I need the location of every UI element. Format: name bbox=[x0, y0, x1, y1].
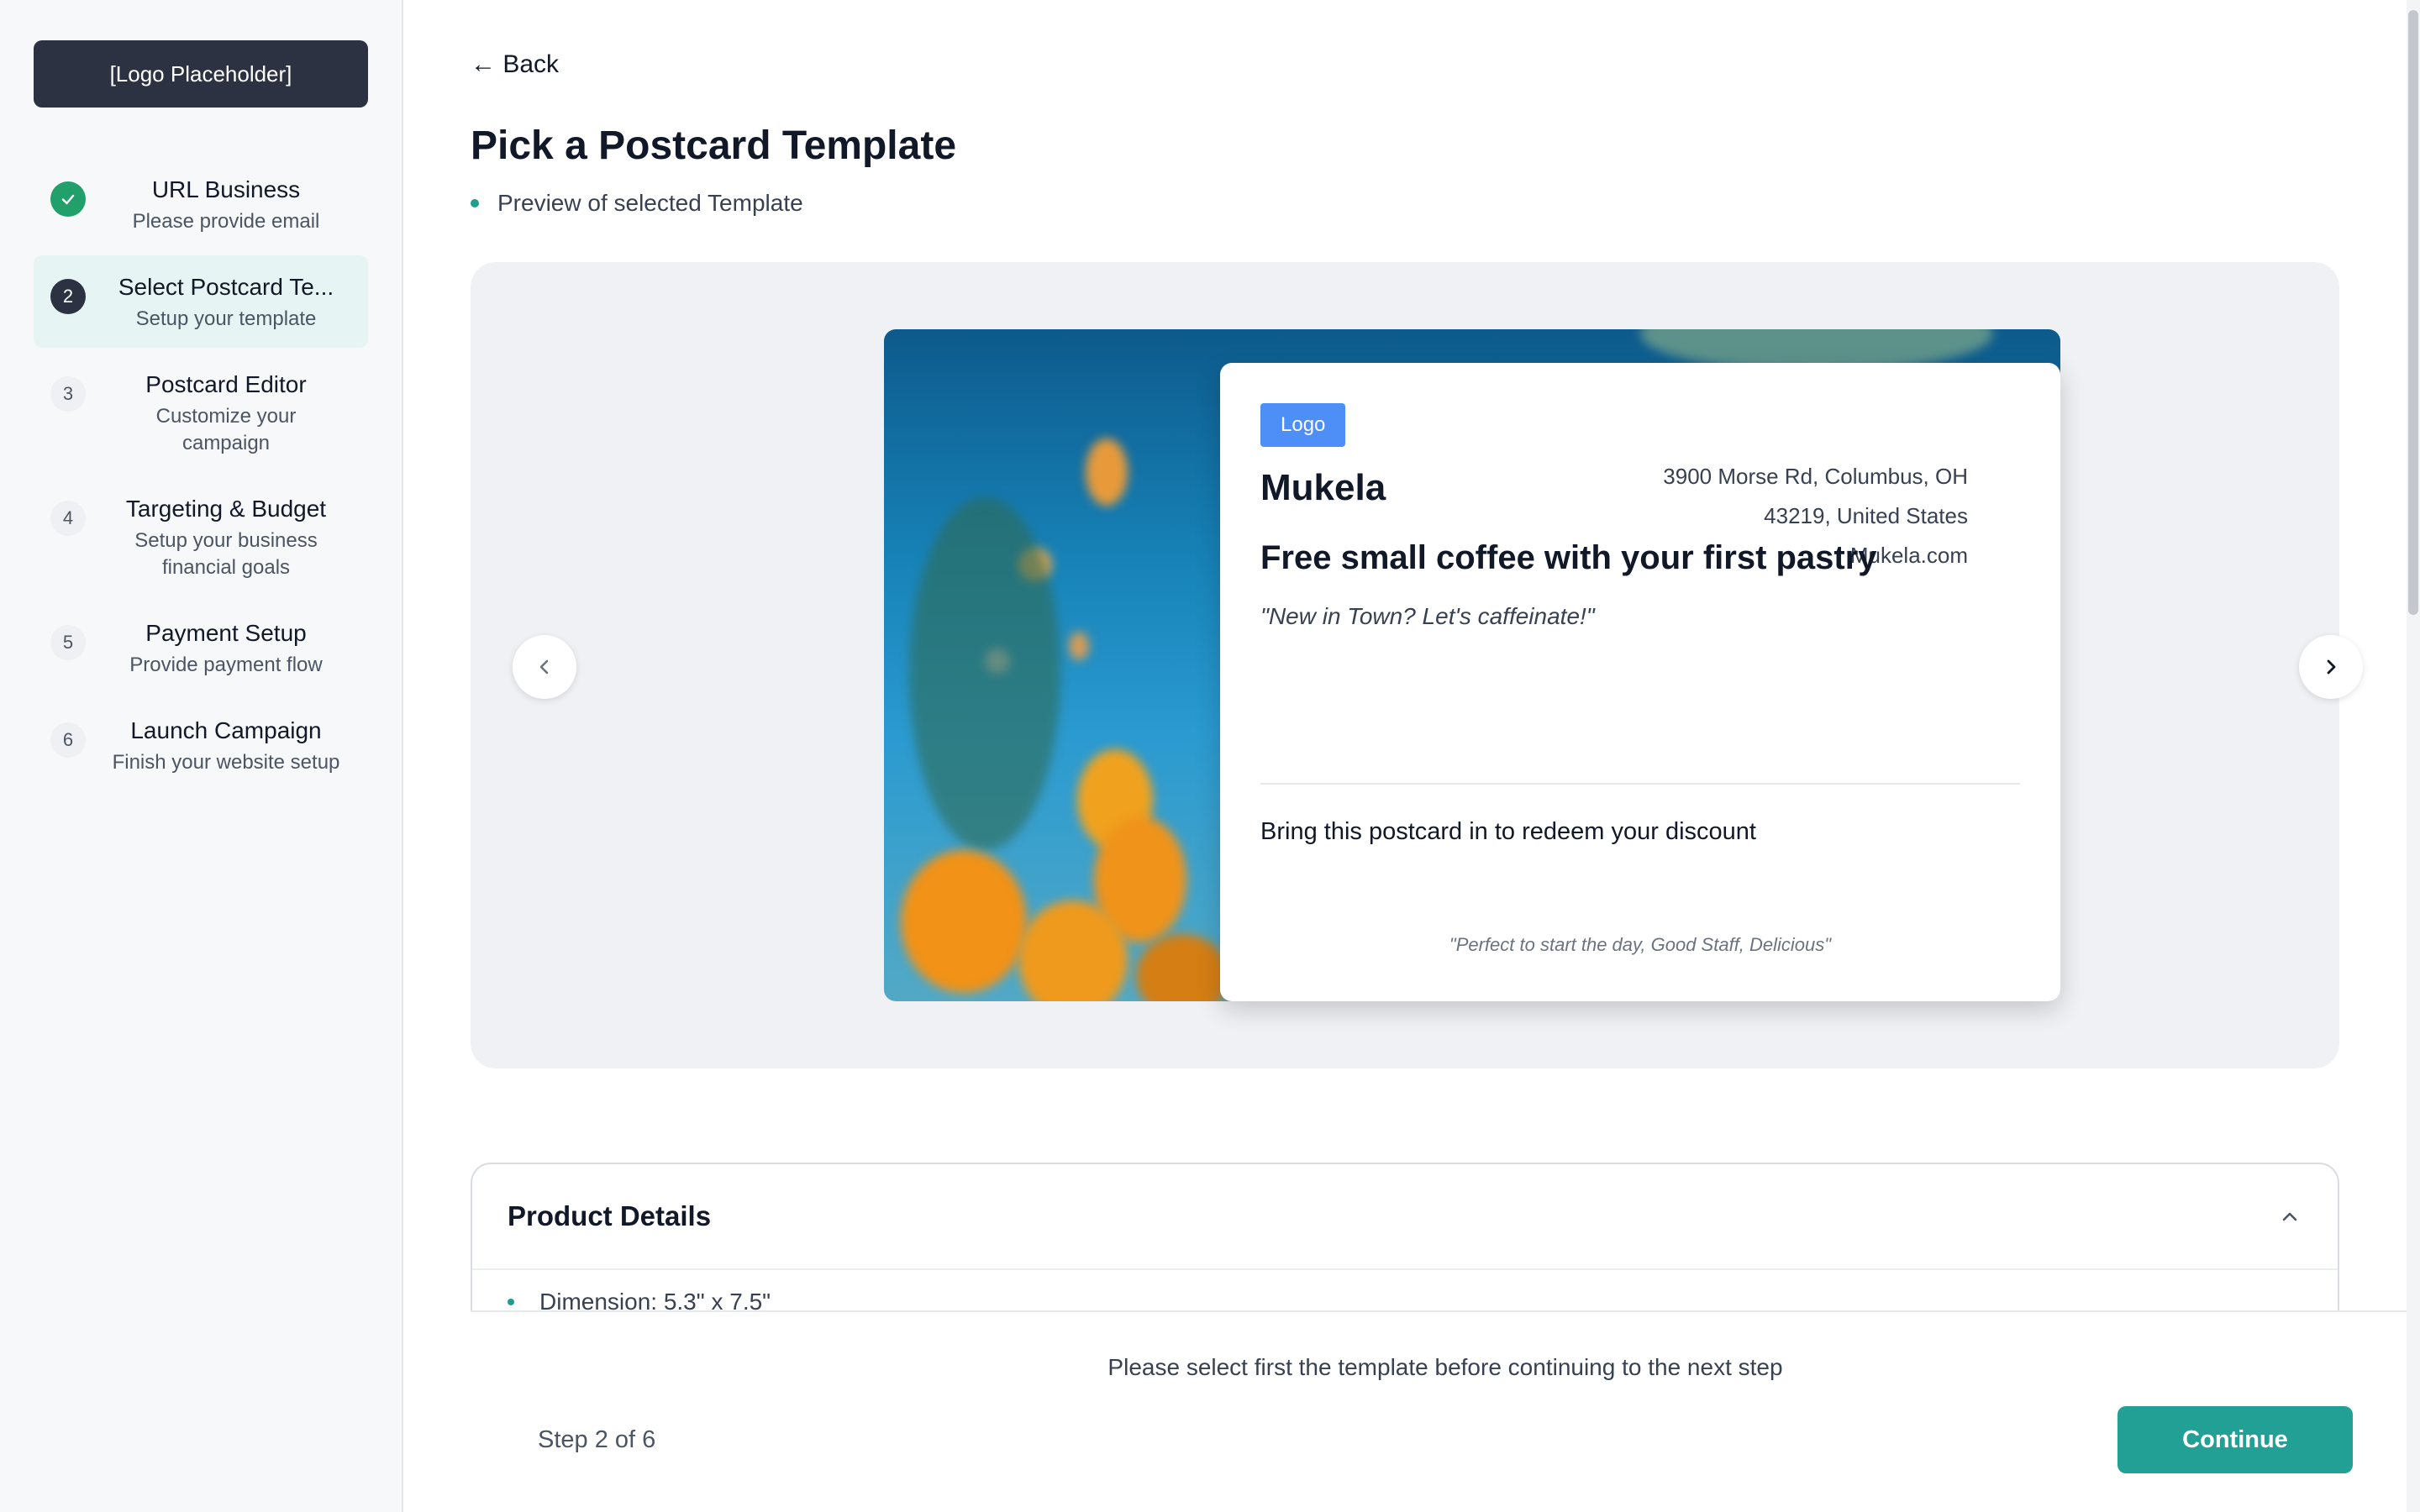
sidebar: [Logo Placeholder] URL Business Please p… bbox=[0, 0, 403, 1512]
step-subtitle: Setup your business financial goals bbox=[134, 529, 318, 579]
postcard-logo-badge: Logo bbox=[1260, 403, 1346, 447]
step-launch-campaign[interactable]: 6 Launch Campaign Finish your website se… bbox=[34, 699, 368, 791]
postcard-business-name: Mukela bbox=[1260, 467, 1386, 508]
step-subtitle: Please provide email bbox=[132, 210, 320, 233]
step-number: 3 bbox=[50, 376, 86, 412]
postcard-offer: Free small coffee with your first pastry bbox=[1260, 539, 1877, 576]
main-content: ← Back Pick a Postcard Template Preview … bbox=[403, 0, 2420, 1512]
step-targeting-budget[interactable]: 4 Targeting & Budget Setup your business… bbox=[34, 477, 368, 596]
step-title: Select Postcard Te... bbox=[118, 274, 334, 300]
step-subtitle: Customize your campaign bbox=[155, 405, 297, 454]
bullet-icon bbox=[508, 1299, 514, 1305]
divider bbox=[1260, 783, 2020, 785]
step-number: 6 bbox=[50, 722, 86, 758]
app-root: [Logo Placeholder] URL Business Please p… bbox=[0, 0, 2420, 1512]
step-number: 4 bbox=[50, 501, 86, 536]
step-subtitle: Provide payment flow bbox=[129, 654, 323, 676]
chevron-left-icon bbox=[539, 659, 549, 675]
address-line-1: 3900 Morse Rd, Columbus, OH bbox=[1663, 464, 1968, 489]
step-title: Payment Setup bbox=[145, 620, 307, 646]
step-title: URL Business bbox=[151, 176, 301, 202]
step-select-postcard[interactable]: 2 Select Postcard Te... Setup your templ… bbox=[34, 255, 368, 348]
chevron-right-icon bbox=[2327, 659, 2336, 675]
preview-note: Preview of selected Template bbox=[471, 190, 803, 217]
continue-button[interactable]: Continue bbox=[2118, 1406, 2353, 1473]
step-counter: Step 2 of 6 bbox=[538, 1426, 656, 1453]
postcard-review: "Perfect to start the day, Good Staff, D… bbox=[1449, 934, 1832, 955]
product-details-header[interactable]: Product Details bbox=[472, 1164, 2338, 1270]
back-link[interactable]: ← Back bbox=[471, 50, 559, 79]
template-preview: Logo Mukela 3900 Morse Rd, Columbus, OH … bbox=[471, 262, 2363, 1068]
page-title: Pick a Postcard Template bbox=[471, 123, 957, 168]
postcard-tagline: "New in Town? Let's caffeinate!" bbox=[1260, 603, 1595, 629]
address-line-2: 43219, United States bbox=[1764, 503, 1968, 528]
step-number: 5 bbox=[50, 625, 86, 660]
step-subtitle: Setup your template bbox=[135, 307, 317, 330]
step-payment-setup[interactable]: 5 Payment Setup Provide payment flow bbox=[34, 601, 368, 694]
scrollbar-thumb[interactable] bbox=[2408, 10, 2418, 615]
check-icon bbox=[50, 181, 86, 217]
step-title: Postcard Editor bbox=[145, 371, 307, 397]
step-title: Launch Campaign bbox=[130, 717, 322, 743]
step-number: 2 bbox=[50, 279, 86, 314]
step-postcard-editor[interactable]: 3 Postcard Editor Customize your campaig… bbox=[34, 353, 368, 472]
step-url-business[interactable]: URL Business Please provide email bbox=[34, 158, 368, 250]
step-subtitle: Finish your website setup bbox=[112, 751, 340, 774]
product-details-title: Product Details bbox=[508, 1200, 712, 1231]
preview-note-text: Preview of selected Template bbox=[497, 190, 803, 216]
chevron-up-icon[interactable] bbox=[2277, 1204, 2302, 1229]
step-title: Targeting & Budget bbox=[125, 496, 327, 522]
bullet-icon bbox=[471, 199, 479, 207]
previous-template-button[interactable] bbox=[513, 635, 576, 699]
footer-message: Please select first the template before … bbox=[1107, 1354, 1783, 1380]
logo-placeholder: [Logo Placeholder] bbox=[34, 40, 368, 108]
postcard-redeem-text: Bring this postcard in to redeem your di… bbox=[1260, 818, 1756, 845]
next-template-button[interactable] bbox=[2299, 635, 2363, 699]
postcard-card: Logo Mukela 3900 Morse Rd, Columbus, OH … bbox=[1220, 363, 2060, 1001]
